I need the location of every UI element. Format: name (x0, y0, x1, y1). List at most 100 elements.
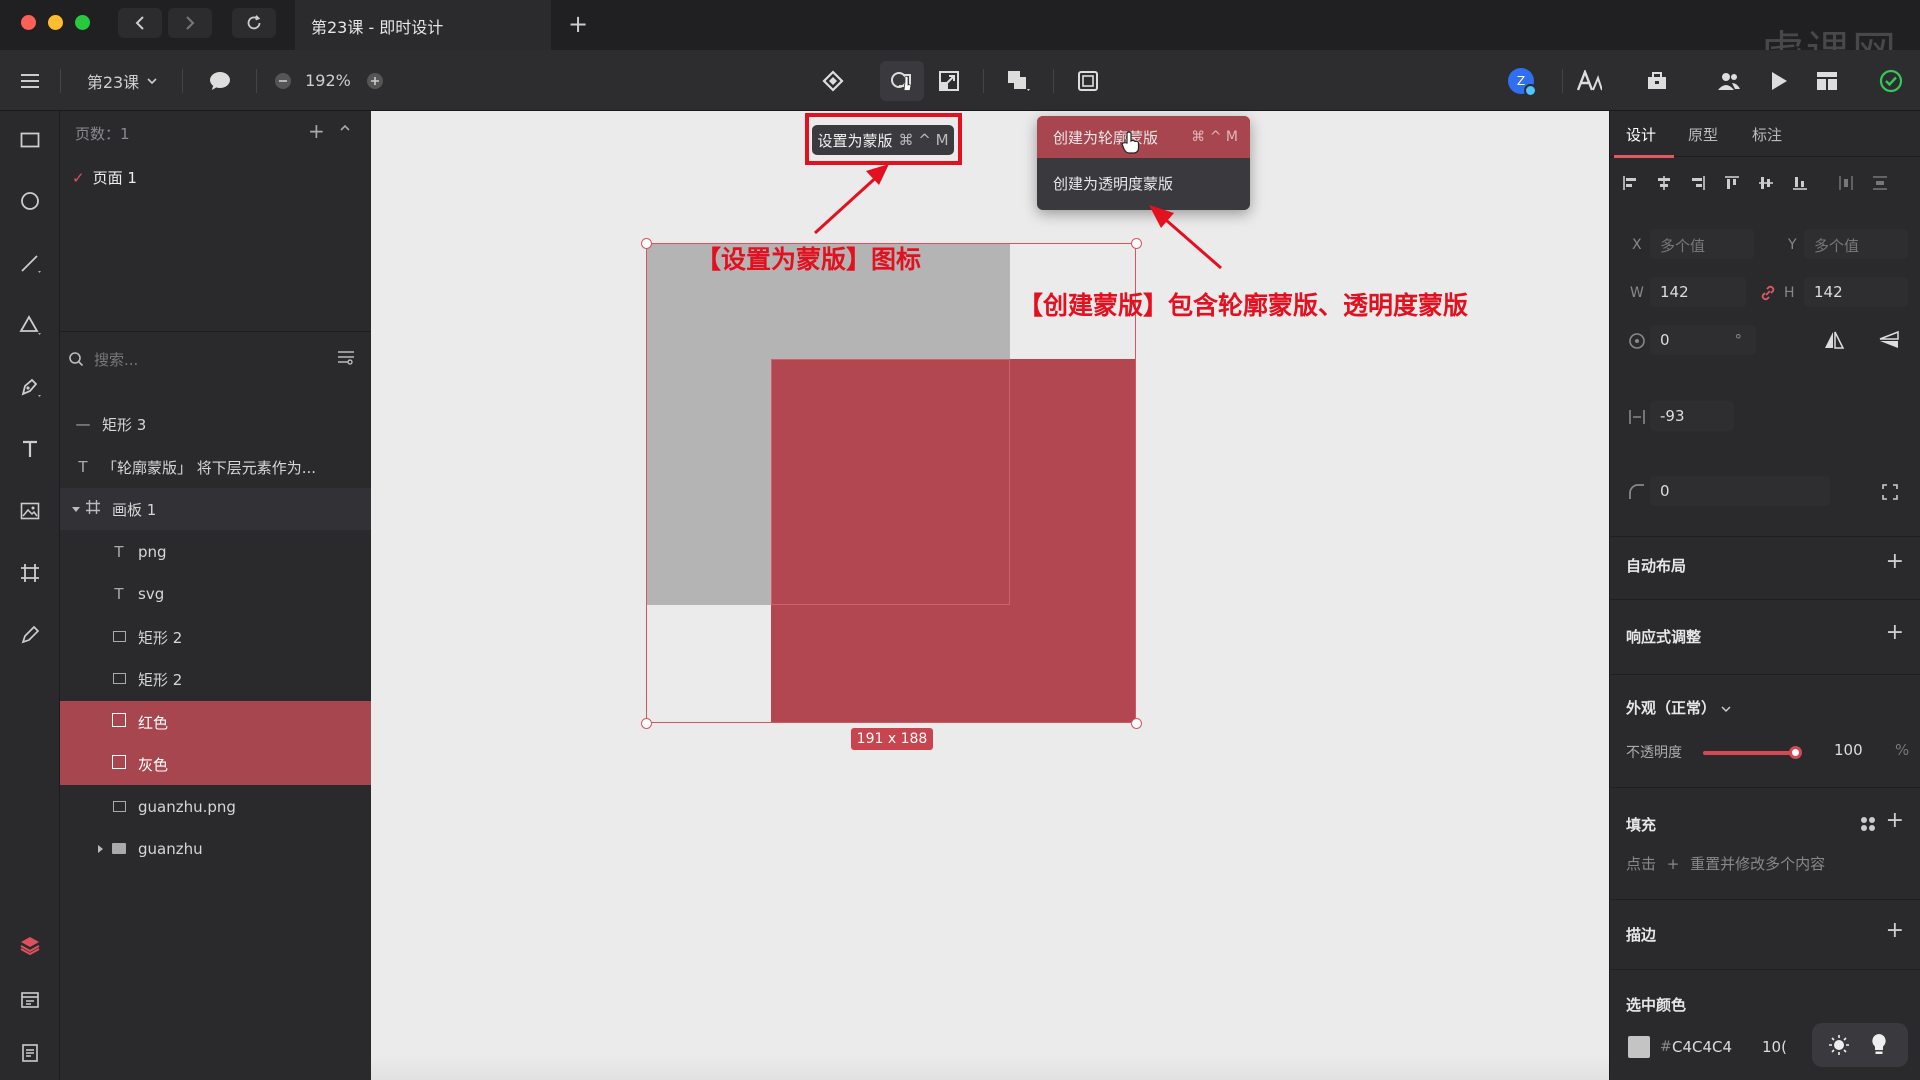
avatar: Z (1508, 67, 1537, 97)
section-divider (1610, 899, 1920, 900)
polygon-tool[interactable] (14, 309, 46, 341)
x-input[interactable]: 多个值 (1650, 229, 1754, 259)
opacity-value[interactable]: 100 (1834, 741, 1863, 759)
zoom-out-button[interactable] (272, 50, 294, 111)
document-tab[interactable]: 第23课 - 即时设计 (295, 0, 551, 50)
image-tool[interactable] (14, 495, 46, 527)
new-tab-button[interactable]: + (568, 10, 588, 38)
distribute-v-icon[interactable] (1872, 175, 1888, 191)
y-input[interactable]: 多个值 (1804, 229, 1908, 259)
maximize-window-button[interactable] (75, 15, 90, 30)
plugins-button[interactable] (1642, 50, 1672, 111)
pencil-tool[interactable] (14, 619, 46, 651)
y-label: Y (1788, 237, 1797, 253)
layer-row-svg[interactable]: T svg (60, 573, 371, 615)
page-item[interactable]: ✓ 页面 1 (72, 167, 137, 188)
pen-tool[interactable] (14, 371, 46, 403)
layer-label: 灰色 (138, 755, 169, 774)
floating-controls (1812, 1023, 1908, 1067)
zoom-level[interactable]: 192% (302, 50, 354, 111)
layout-button[interactable] (1812, 50, 1842, 111)
rectangle-tool[interactable] (14, 124, 46, 156)
align-middle-v-icon[interactable] (1758, 175, 1774, 191)
mask-button[interactable] (879, 50, 925, 111)
width-input[interactable]: 142 (1650, 277, 1746, 307)
layer-row-guanzhu-png[interactable]: guanzhu.png (60, 786, 371, 828)
height-input[interactable]: 142 (1804, 277, 1908, 307)
layer-label: 「轮廓蒙版」 将下层元素作为... (102, 458, 317, 477)
user-avatar[interactable]: Z (1506, 50, 1537, 111)
sun-icon[interactable] (1828, 1034, 1850, 1056)
align-left-icon[interactable] (1622, 175, 1638, 191)
layer-row-rect2a[interactable]: 矩形 2 (60, 616, 371, 658)
share-button[interactable] (1714, 50, 1744, 111)
add-stroke-button[interactable]: + (1886, 918, 1904, 943)
close-window-button[interactable] (21, 15, 36, 30)
tab-prototype[interactable]: 原型 (1688, 124, 1718, 145)
link-icon[interactable] (1760, 285, 1776, 301)
font-button[interactable] (1574, 50, 1604, 111)
boolean-button[interactable] (1003, 50, 1035, 111)
resize-handle-bottom-right[interactable] (1131, 718, 1142, 729)
lightbulb-icon[interactable] (1870, 1033, 1888, 1057)
add-responsive-button[interactable]: + (1886, 620, 1904, 645)
comment-button[interactable] (206, 50, 234, 111)
spacing-input[interactable]: -93 (1650, 401, 1734, 431)
opacity-slider-handle[interactable] (1789, 746, 1802, 759)
color-opacity-value[interactable]: 10( (1762, 1038, 1787, 1056)
align-center-h-icon[interactable] (1656, 175, 1672, 191)
rotation-input[interactable]: 0 ° (1650, 325, 1756, 355)
play-button[interactable] (1764, 50, 1794, 111)
styles-grid-icon[interactable] (1860, 816, 1876, 832)
toolbar-divider (60, 69, 61, 93)
resize-handle-bottom-left[interactable] (641, 718, 652, 729)
tab-annotation[interactable]: 标注 (1752, 124, 1782, 145)
artboard-tool[interactable] (14, 557, 46, 589)
design-canvas[interactable]: 191 x 188 设置为蒙版 ⌘ ^ M 创建为轮廓蒙版 ⌘ ^ M 创建为透… (371, 111, 1609, 1080)
component-button[interactable] (818, 50, 848, 111)
zoom-in-button[interactable] (364, 50, 386, 111)
reload-button[interactable] (232, 8, 276, 38)
color-swatch[interactable] (1628, 1036, 1650, 1058)
text-tool[interactable] (14, 433, 46, 465)
layer-row-guanzhu-folder[interactable]: guanzhu (60, 828, 371, 870)
layer-row-gray[interactable]: 灰色 (60, 743, 371, 785)
align-top-icon[interactable] (1724, 175, 1740, 191)
scale-button[interactable] (934, 50, 964, 111)
layer-row-rect2b[interactable]: 矩形 2 (60, 658, 371, 700)
align-bottom-icon[interactable] (1792, 175, 1808, 191)
filter-icon[interactable] (337, 349, 355, 365)
assets-tab[interactable] (14, 984, 46, 1016)
line-tool[interactable] (14, 247, 46, 279)
layer-search[interactable]: 搜索... (68, 343, 363, 375)
file-menu-button[interactable]: 第23课 (80, 50, 164, 111)
history-tab[interactable] (14, 1037, 46, 1069)
flip-horizontal-icon[interactable] (1823, 330, 1845, 350)
forward-button[interactable] (168, 8, 212, 38)
layers-tab[interactable] (14, 929, 46, 961)
color-hex-value[interactable]: C4C4C4 (1672, 1038, 1732, 1056)
layer-row-red[interactable]: 红色 (60, 701, 371, 743)
corner-radius-input[interactable]: 0 (1650, 476, 1830, 506)
add-fill-button[interactable]: + (1886, 808, 1904, 833)
tab-design[interactable]: 设计 (1626, 124, 1656, 145)
main-menu-button[interactable] (16, 50, 44, 111)
layer-row-artboard[interactable]: 画板 1 (60, 488, 371, 530)
independent-corners-icon[interactable] (1882, 484, 1898, 500)
frame-selection-button[interactable] (1073, 50, 1103, 111)
layer-row-text-note[interactable]: T 「轮廓蒙版」 将下层元素作为... (60, 446, 371, 488)
minimize-window-button[interactable] (48, 15, 63, 30)
layer-row-rect3[interactable]: — 矩形 3 (60, 403, 371, 445)
stroke-title: 描边 (1626, 926, 1657, 944)
add-page-button[interactable]: + (308, 119, 325, 143)
flip-vertical-icon[interactable] (1878, 330, 1900, 350)
opacity-slider-track[interactable] (1703, 751, 1795, 755)
align-right-icon[interactable] (1690, 175, 1706, 191)
collapse-pages-button[interactable] (339, 121, 351, 137)
ellipse-tool[interactable] (14, 185, 46, 217)
layer-row-png[interactable]: T png (60, 531, 371, 573)
back-button[interactable] (118, 8, 162, 38)
appearance-dropdown[interactable]: 外观（正常） (1626, 697, 1731, 718)
distribute-h-icon[interactable] (1838, 175, 1854, 191)
add-auto-layout-button[interactable]: + (1886, 549, 1904, 574)
